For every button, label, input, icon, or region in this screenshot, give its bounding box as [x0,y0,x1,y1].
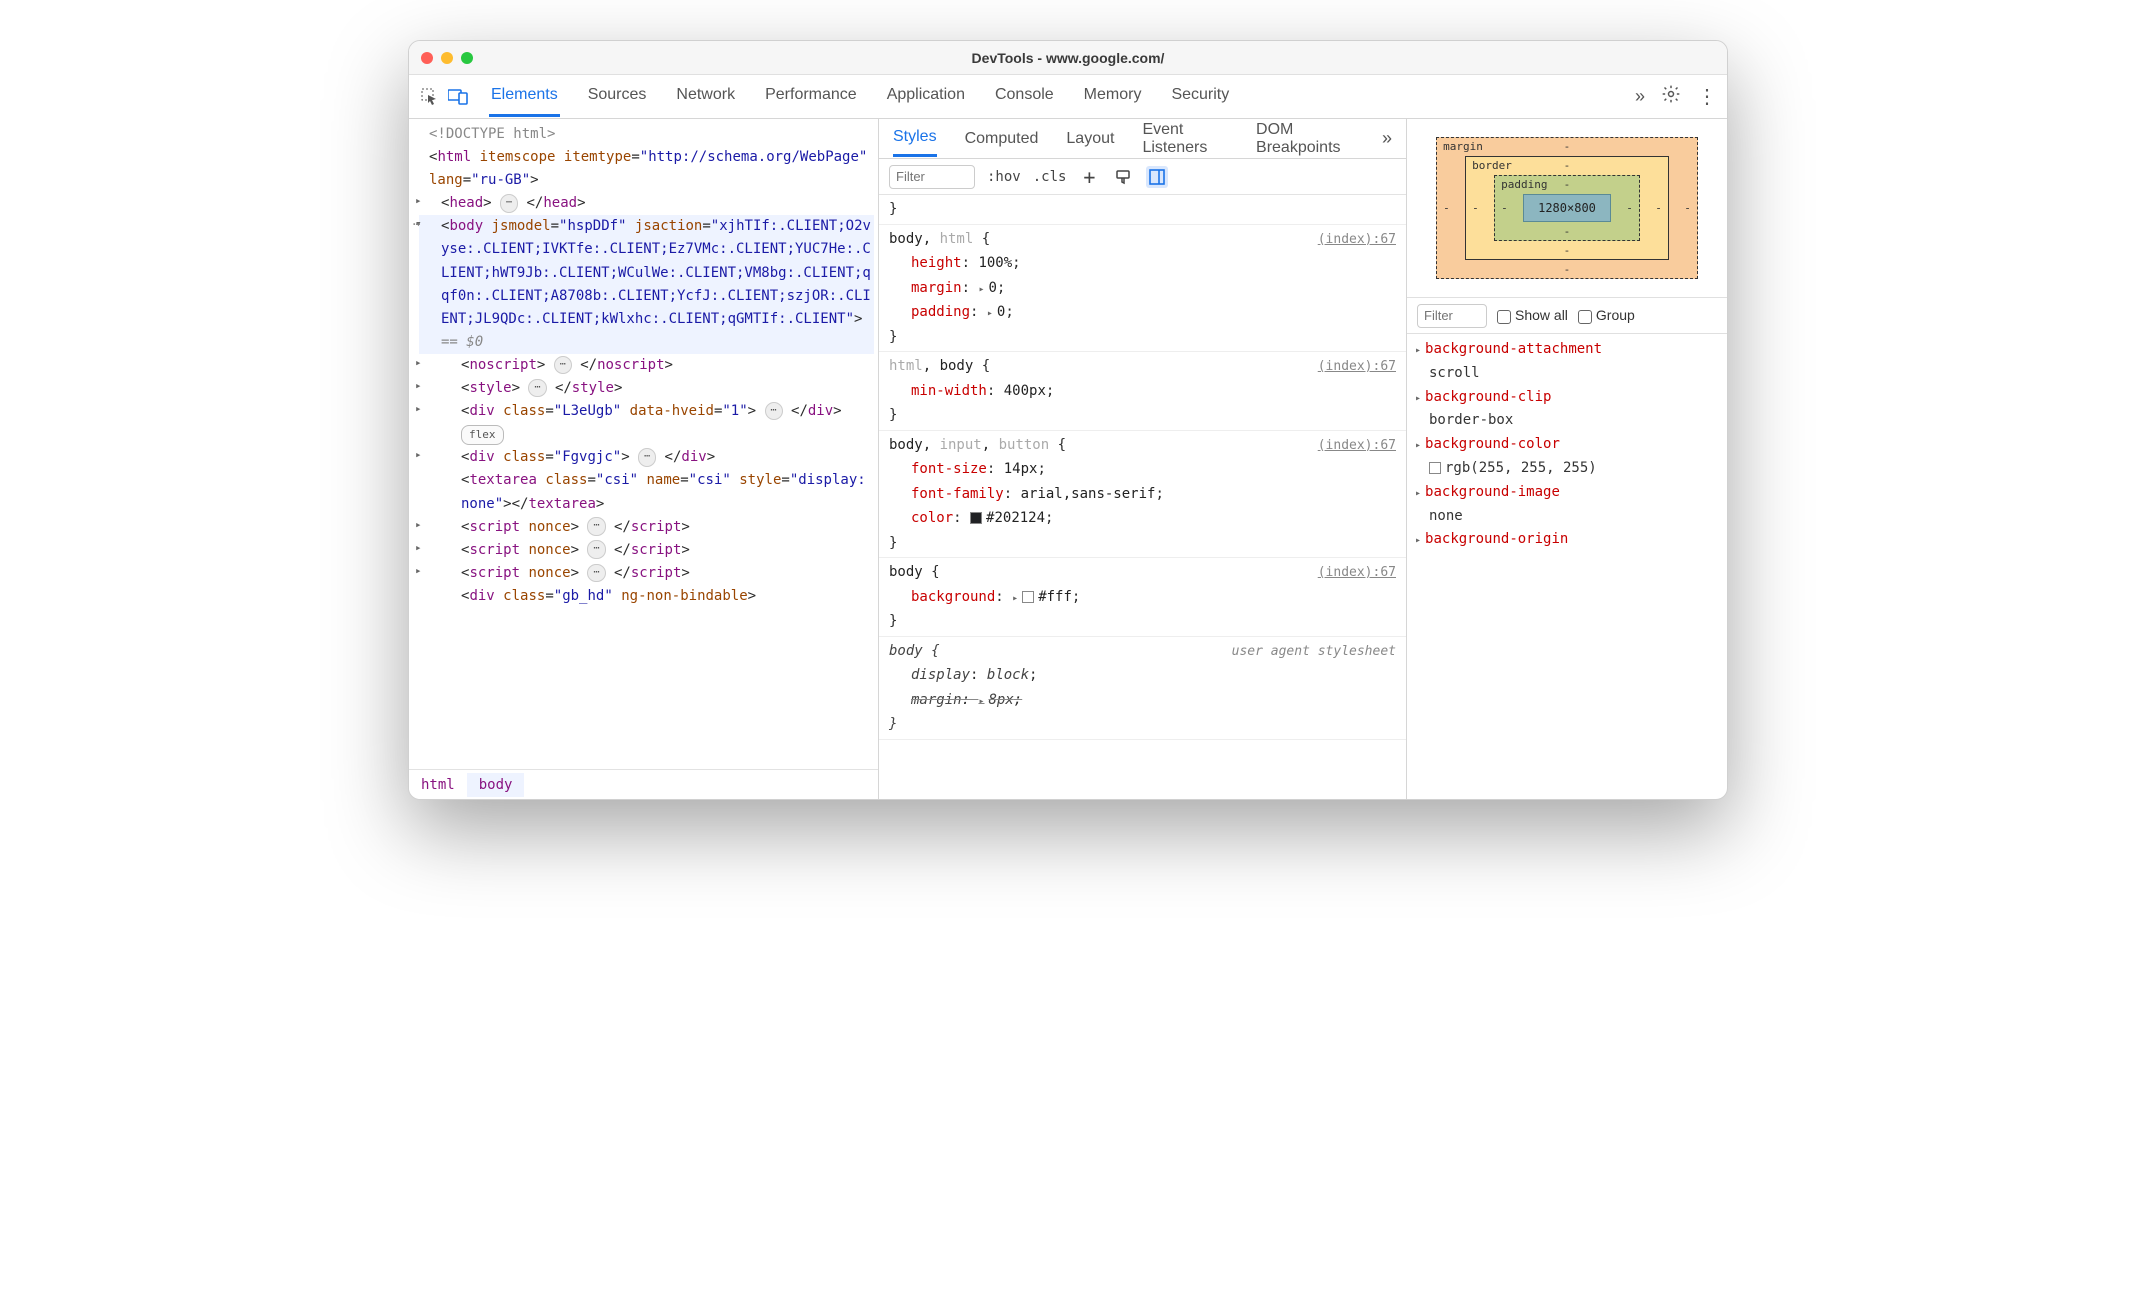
tab-memory[interactable]: Memory [1082,76,1144,117]
tab-sources[interactable]: Sources [586,76,649,117]
computed-toolbar: Show all Group [1407,298,1727,334]
more-subtabs-icon[interactable]: » [1382,128,1392,149]
tab-application[interactable]: Application [885,76,967,117]
main-toolbar: Elements Sources Network Performance Applica… [409,75,1727,119]
box-model-padding-label: padding [1501,178,1547,191]
computed-item[interactable]: background-imagenone [1415,481,1719,529]
breadcrumbs[interactable]: htmlbody [409,769,878,799]
devtools-window: DevTools - www.google.com/ Elements Sourc… [408,40,1728,800]
computed-list[interactable]: background-attachmentscrollbackground-cl… [1407,334,1727,799]
style-rules[interactable]: }(index):67body, html {height: 100%;marg… [879,195,1406,799]
box-model-border-label: border [1472,159,1512,172]
dom-tree[interactable]: <!DOCTYPE html><html itemscope itemtype=… [409,119,878,612]
computed-item[interactable]: background-colorrgb(255, 255, 255) [1415,433,1719,481]
computed-pane: margin - - - - border - - - - padding [1407,119,1727,799]
window-title: DevTools - www.google.com/ [409,50,1727,66]
breadcrumb-body[interactable]: body [467,773,525,797]
titlebar: DevTools - www.google.com/ [409,41,1727,75]
styles-toolbar: :hov .cls + [879,159,1406,195]
box-model[interactable]: margin - - - - border - - - - padding [1407,119,1727,298]
computed-toggle-icon[interactable] [1146,166,1168,188]
subtab-event-listeners[interactable]: Event Listeners [1142,119,1228,165]
computed-filter-input[interactable] [1417,304,1487,328]
tab-console[interactable]: Console [993,76,1056,117]
group-checkbox[interactable]: Group [1578,307,1635,323]
tab-performance[interactable]: Performance [763,76,859,117]
computed-item[interactable]: background-clipborder-box [1415,386,1719,434]
box-model-margin-label: margin [1443,140,1483,153]
hov-button[interactable]: :hov [987,169,1021,185]
new-rule-icon[interactable]: + [1078,166,1100,188]
subtab-dom-breakpoints[interactable]: DOM Breakpoints [1256,119,1354,165]
styles-filter-input[interactable] [889,165,975,189]
show-all-checkbox[interactable]: Show all [1497,307,1568,323]
box-model-content: 1280×800 [1523,194,1611,222]
breadcrumb-html[interactable]: html [409,773,467,797]
subtab-layout[interactable]: Layout [1066,122,1114,156]
tab-elements[interactable]: Elements [489,76,560,117]
more-tabs-icon[interactable]: » [1635,86,1645,107]
tab-network[interactable]: Network [674,76,737,117]
subtab-styles[interactable]: Styles [893,120,937,157]
cls-button[interactable]: .cls [1033,169,1067,185]
tab-security[interactable]: Security [1169,76,1231,117]
settings-icon[interactable] [1661,84,1681,109]
sidebar-tabs: StylesComputedLayoutEvent ListenersDOM B… [879,119,1406,159]
main-content: <!DOCTYPE html><html itemscope itemtype=… [409,119,1727,799]
computed-item[interactable]: background-attachmentscroll [1415,338,1719,386]
subtab-computed[interactable]: Computed [965,122,1039,156]
styles-pane: Styles Computed Layout Event Listeners DOM B… [879,119,1407,799]
computed-item[interactable]: background-origin [1415,528,1719,552]
panel-tabs: Elements Sources Network Performance Applica… [489,76,1629,117]
paintbrush-icon[interactable] [1112,166,1134,188]
inspect-icon[interactable] [419,86,441,108]
device-mode-icon[interactable] [447,86,469,108]
elements-pane: <!DOCTYPE html><html itemscope itemtype=… [409,119,879,799]
